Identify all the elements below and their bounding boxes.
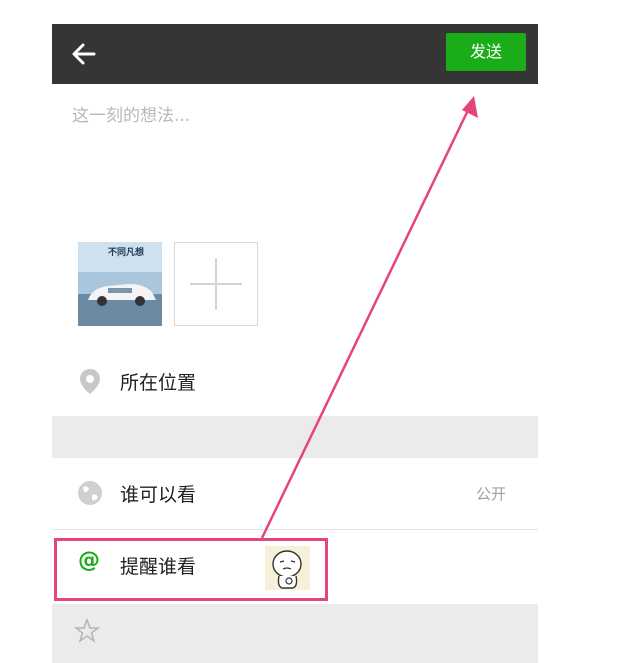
visibility-label: 谁可以看	[120, 484, 197, 506]
location-row[interactable]: 所在位置	[52, 346, 538, 416]
photo-thumbnail[interactable]: 不同凡想	[78, 242, 162, 326]
annotation-highlight-box	[54, 538, 328, 601]
send-button[interactable]: 发送	[446, 33, 526, 71]
moment-text-input[interactable]: 这一刻的想法...	[72, 101, 190, 126]
visibility-value: 公开	[475, 485, 506, 503]
back-button[interactable]	[70, 40, 98, 68]
section-spacer	[52, 416, 538, 458]
globe-icon	[76, 479, 104, 507]
arrow-left-icon	[72, 43, 96, 65]
photo-caption: 不同凡想	[108, 248, 145, 258]
visibility-row[interactable]: 谁可以看 公开	[52, 458, 538, 528]
add-photo-button[interactable]	[174, 242, 258, 326]
location-label: 所在位置	[120, 372, 197, 394]
star-icon[interactable]	[73, 617, 101, 648]
bottom-section	[52, 604, 538, 663]
plus-icon	[190, 258, 242, 310]
top-bar: 发送	[52, 24, 538, 84]
location-pin-icon	[76, 367, 104, 395]
